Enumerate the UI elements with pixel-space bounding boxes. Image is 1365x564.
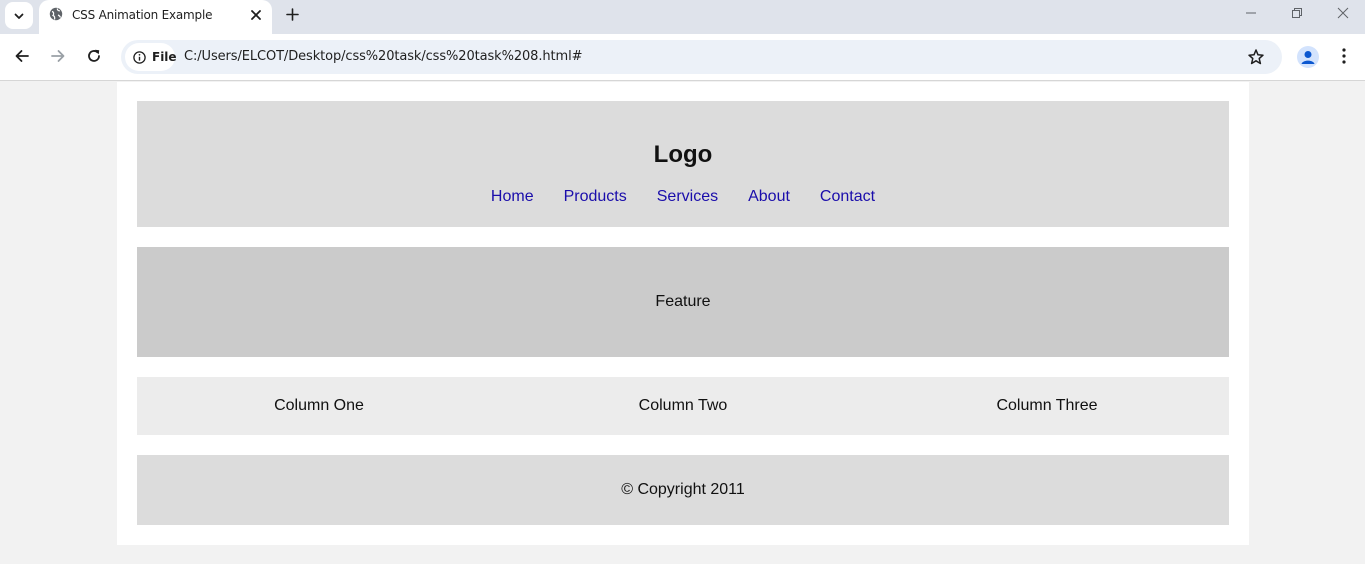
star-icon[interactable] [1247, 48, 1265, 66]
back-button[interactable] [13, 47, 31, 65]
nav-link-about[interactable]: About [748, 188, 790, 206]
nav-link-products[interactable]: Products [564, 188, 627, 206]
restore-icon [1292, 8, 1302, 18]
file-scheme-label: File [152, 50, 177, 64]
minimize-icon [1246, 12, 1256, 14]
reload-button[interactable] [85, 47, 103, 65]
tab-strip: CSS Animation Example [0, 0, 1365, 34]
close-window-button[interactable] [1335, 5, 1351, 21]
site-footer: © Copyright 2011 [137, 455, 1229, 525]
browser-menu-button[interactable] [1336, 47, 1352, 65]
tab-title: CSS Animation Example [72, 8, 213, 22]
columns-section: Column One Column Two Column Three [137, 377, 1229, 435]
browser-tab[interactable]: CSS Animation Example [39, 0, 272, 34]
nav-link-home[interactable]: Home [491, 188, 534, 206]
profile-icon [1301, 51, 1315, 64]
plus-icon [285, 7, 299, 21]
forward-button[interactable] [49, 47, 67, 65]
site-info-chip[interactable]: File [125, 43, 177, 71]
site-header: Logo Home Products Services About Contact [137, 101, 1229, 227]
info-icon [133, 51, 146, 64]
close-icon [251, 10, 261, 20]
arrow-left-icon [15, 50, 29, 62]
page-container: Logo Home Products Services About Contact Fe… [117, 82, 1249, 545]
column-one: Column One [274, 397, 364, 414]
minimize-button[interactable] [1243, 5, 1259, 21]
profile-button[interactable] [1297, 46, 1319, 68]
globe-icon [49, 7, 63, 21]
copyright-text: © Copyright 2011 [621, 481, 745, 498]
chevron-down-icon [14, 13, 24, 19]
new-tab-button[interactable] [283, 5, 301, 23]
arrow-right-icon [51, 50, 65, 62]
nav-link-services[interactable]: Services [657, 188, 718, 206]
feature-section: Feature [137, 247, 1229, 357]
tab-close-button[interactable] [248, 7, 264, 23]
address-bar[interactable]: File C:/Users/ELCOT/Desktop/css%20task/c… [121, 40, 1282, 74]
close-icon [1337, 7, 1349, 19]
reload-icon [88, 49, 100, 62]
site-nav: Home Products Services About Contact [137, 188, 1229, 206]
feature-label: Feature [655, 293, 711, 310]
nav-link-contact[interactable]: Contact [820, 188, 875, 206]
page-viewport: Logo Home Products Services About Contact Fe… [0, 82, 1365, 564]
url-text[interactable]: C:/Users/ELCOT/Desktop/css%20task/css%20… [184, 49, 582, 64]
site-logo: Logo [653, 141, 713, 168]
tab-search-button[interactable] [5, 2, 33, 29]
kebab-icon [1342, 48, 1346, 64]
browser-toolbar: File C:/Users/ELCOT/Desktop/css%20task/c… [0, 34, 1365, 81]
column-two: Column Two [638, 397, 728, 414]
column-three: Column Three [996, 397, 1098, 414]
restore-button[interactable] [1289, 5, 1305, 21]
